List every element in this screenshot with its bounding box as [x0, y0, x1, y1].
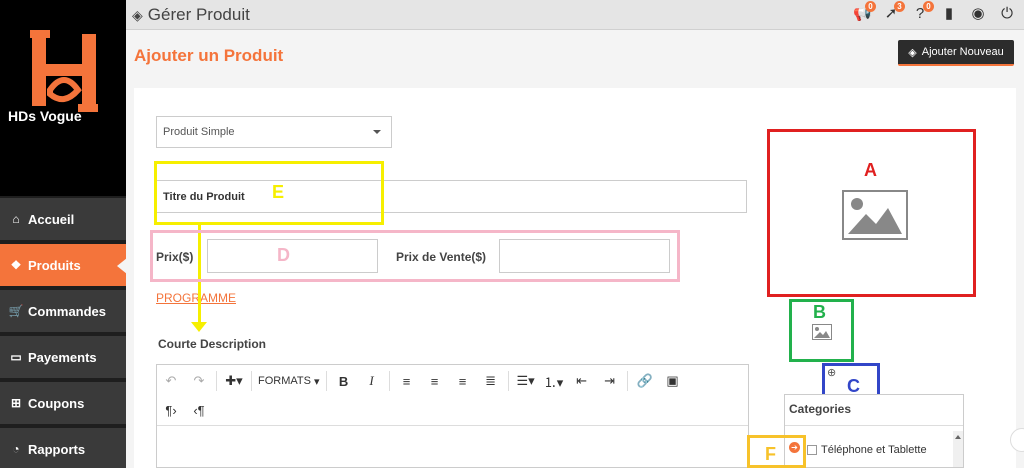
cube-icon: ◈	[908, 46, 917, 59]
toolbar-divider	[216, 371, 217, 391]
product-type-select[interactable]: Produit Simple	[156, 116, 392, 148]
annotation-box-d: D	[150, 230, 680, 282]
divider	[785, 425, 963, 426]
image-placeholder-icon	[842, 190, 908, 240]
annotation-arrow-head	[191, 322, 207, 332]
align-right-icon[interactable]: ≡	[452, 370, 474, 392]
credit-card-icon: ▭	[10, 350, 22, 364]
align-left-icon[interactable]: ≡	[396, 370, 418, 392]
bullet-list-icon[interactable]: ☰▾	[515, 370, 537, 392]
question-icon[interactable]: ? 0	[911, 1, 934, 24]
annotation-label-f: F	[765, 444, 776, 464]
scroll-up-icon[interactable]	[955, 435, 961, 439]
sidebar-item-label: Accueil	[28, 211, 75, 227]
cart-icon: 🛒	[8, 304, 24, 318]
outdent-icon[interactable]: ⇤	[571, 370, 593, 392]
schedule-link[interactable]: PROGRAMME	[156, 291, 236, 305]
numbered-list-icon[interactable]: ⒈▾	[543, 370, 565, 392]
sidebar-item-label: Commandes	[28, 303, 107, 319]
ltr-icon[interactable]: ¶›	[160, 399, 182, 421]
annotation-label-e: E	[272, 182, 285, 202]
topbar: ◈ Gérer Produit 📢 0 ➚ 3 ? 0 ▮ ◉ ⏻	[126, 0, 1024, 30]
sidebar-item-label: Rapports	[28, 441, 86, 457]
toolbar-divider	[251, 371, 252, 391]
category-checkbox[interactable]	[807, 445, 817, 455]
gallery-image-box[interactable]: B	[789, 299, 854, 362]
annotation-label-a: A	[864, 160, 877, 180]
book-icon[interactable]: ▮	[940, 4, 958, 24]
categories-title: Categories	[789, 402, 852, 416]
notification-badge: 0	[865, 1, 876, 12]
redo-icon[interactable]: ↷	[188, 370, 210, 392]
megaphone-icon[interactable]: 📢 0	[853, 1, 876, 24]
category-item[interactable]: Téléphone et Tablette	[807, 444, 927, 456]
sidebar-item-rapports[interactable]: ◔ Rapports	[0, 428, 126, 468]
category-label: Téléphone et Tablette	[821, 444, 927, 456]
formats-dropdown[interactable]: FORMATS ▾	[258, 370, 320, 392]
chevron-down-icon	[373, 130, 381, 134]
add-new-label: Ajouter Nouveau	[921, 46, 1004, 58]
sidebar-item-label: Payements	[28, 349, 97, 365]
logo-area: HDs Vogue	[0, 0, 126, 196]
notification-badge: 3	[894, 1, 905, 12]
scrollbar[interactable]	[953, 431, 963, 467]
brand-name: HDs Vogue	[8, 108, 82, 124]
sidebar-item-accueil[interactable]: ⌂ Accueil	[0, 198, 126, 242]
page-title: Ajouter un Produit	[134, 46, 284, 65]
user-icon[interactable]: ◉	[969, 4, 987, 24]
short-description-label: Courte Description	[158, 337, 267, 351]
featured-image-box[interactable]: A	[767, 129, 976, 297]
link-icon[interactable]: 🔗	[634, 370, 656, 392]
power-icon[interactable]: ⏻	[998, 4, 1016, 24]
window-title-text: Gérer Produit	[147, 5, 250, 24]
topbar-icons: 📢 0 ➚ 3 ? 0 ▮ ◉ ⏻	[853, 1, 1016, 24]
sidebar: HDs Vogue ⌂ Accueil ❖ Produits 🛒 Command…	[0, 0, 127, 468]
brand-logo	[30, 30, 98, 112]
home-icon: ⌂	[12, 212, 20, 226]
gift-icon: ⊞	[10, 396, 22, 410]
indent-icon[interactable]: ⇥	[599, 370, 621, 392]
image-icon[interactable]: ▣	[662, 370, 684, 392]
rtl-icon[interactable]: ‹¶	[188, 399, 210, 421]
annotation-box-e: E	[154, 161, 384, 225]
add-new-button[interactable]: ◈ Ajouter Nouveau	[898, 40, 1014, 66]
cubes-icon: ❖	[10, 258, 22, 272]
notification-badge: 0	[923, 1, 934, 12]
editor-toolbar: ↶ ↷ ✚▾ FORMATS ▾ B I ≡ ≡ ≡ ≣ ☰▾ ⒈▾ ⇤ ⇥ 🔗…	[157, 366, 687, 396]
short-description-editor: ↶ ↷ ✚▾ FORMATS ▾ B I ≡ ≡ ≡ ≣ ☰▾ ⒈▾ ⇤ ⇥ 🔗…	[156, 364, 749, 468]
toolbar-divider	[325, 371, 327, 391]
align-center-icon[interactable]: ≡	[424, 370, 446, 392]
product-type-value: Produit Simple	[163, 126, 235, 138]
undo-icon[interactable]: ↶	[160, 370, 182, 392]
align-justify-icon[interactable]: ≣	[480, 370, 502, 392]
sidebar-item-label: Produits	[28, 257, 81, 273]
toolbar-divider	[388, 371, 390, 391]
sidebar-item-produits[interactable]: ❖ Produits	[0, 244, 127, 288]
formats-label: FORMATS	[258, 375, 311, 387]
cube-icon: ◈	[132, 6, 143, 23]
italic-icon[interactable]: I	[361, 370, 383, 392]
plus-circle-icon: ⊕	[827, 367, 837, 379]
expand-arrow-icon[interactable]: ➔	[789, 442, 800, 453]
editor-toolbar-row-2: ¶› ‹¶	[157, 395, 213, 425]
image-placeholder-icon	[812, 324, 832, 340]
window-title: ◈ Gérer Produit	[132, 5, 250, 25]
sidebar-item-label: Coupons	[28, 395, 85, 411]
pie-chart-icon: ◔	[12, 442, 20, 456]
paper-plane-icon[interactable]: ➚ 3	[882, 1, 905, 24]
annotation-label-b: B	[813, 302, 826, 322]
insert-plus-icon[interactable]: ✚▾	[223, 370, 245, 392]
annotation-label-d: D	[277, 245, 290, 265]
toolbar-divider	[507, 371, 509, 391]
toolbar-divider	[626, 371, 628, 391]
sidebar-item-payements[interactable]: ▭ Payements	[0, 336, 126, 380]
categories-panel: Categories Téléphone et Tablette	[784, 394, 964, 468]
bold-icon[interactable]: B	[333, 370, 355, 392]
sidebar-item-commandes[interactable]: 🛒 Commandes	[0, 290, 126, 334]
editor-body[interactable]	[157, 425, 748, 468]
sidebar-item-coupons[interactable]: ⊞ Coupons	[0, 382, 126, 426]
